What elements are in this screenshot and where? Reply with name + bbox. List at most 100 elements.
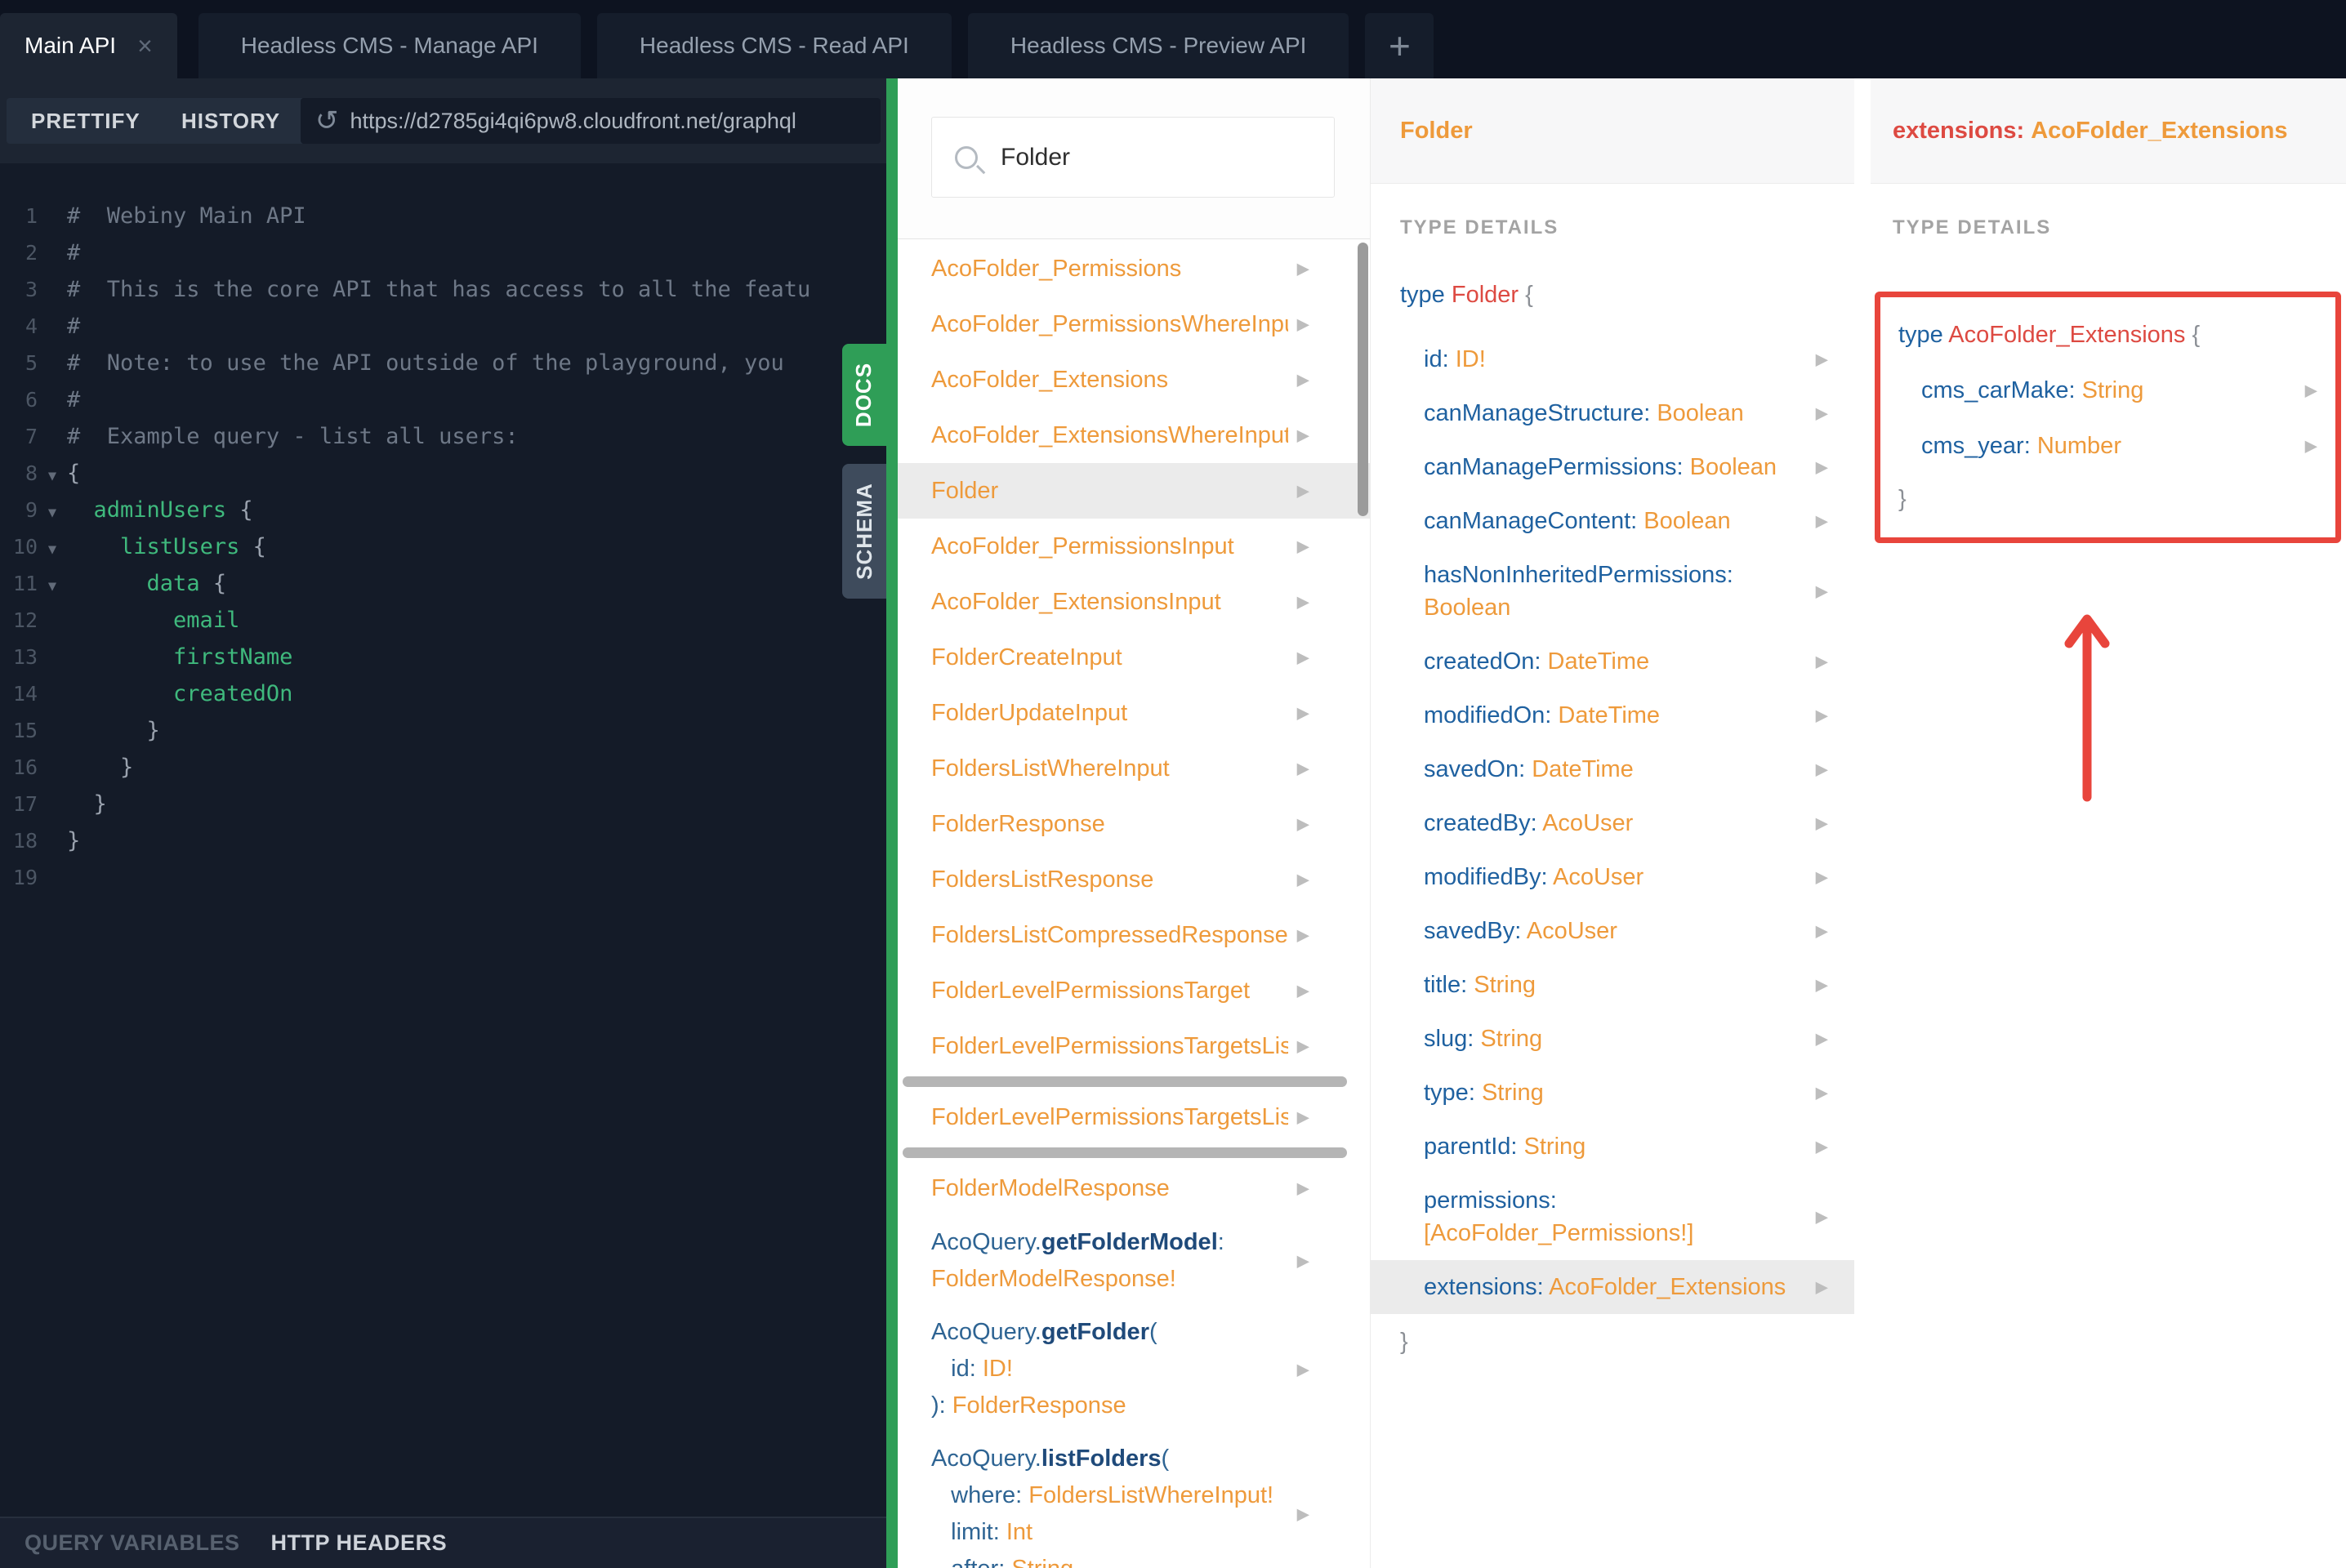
- extensions-type-panel: extensions: AcoFolder_Extensions TYPE DE…: [1871, 78, 2346, 1568]
- tab-headless-cms-manage-api[interactable]: Headless CMS - Manage API: [198, 13, 581, 78]
- text-token: AcoFolder_Extensions: [931, 367, 1169, 393]
- field-name: type:: [1424, 1080, 1482, 1106]
- docs-list-item[interactable]: FoldersListResponse ▶: [898, 852, 1370, 907]
- http-headers-tab[interactable]: HTTP HEADERS: [271, 1530, 448, 1556]
- docs-side-tab[interactable]: DOCS: [842, 344, 886, 446]
- field-row-canManageStructure[interactable]: canManageStructure: Boolean ▶: [1371, 386, 1854, 440]
- text-token: # Example query - list all users:: [67, 424, 519, 449]
- field-row-savedOn[interactable]: savedOn: DateTime ▶: [1371, 742, 1854, 796]
- field-row-hasNonInheritedPermissions[interactable]: hasNonInheritedPermissions: Boolean ▶: [1371, 548, 1854, 635]
- folder-close-brace: }: [1400, 1329, 1408, 1355]
- docs-search-input[interactable]: [1001, 143, 1311, 172]
- expand-arrow-icon: ▶: [1815, 1084, 1828, 1102]
- docs-item-text: AcoFolder_Extensions: [931, 352, 1168, 408]
- field-row-parentId[interactable]: parentId: String ▶: [1371, 1120, 1854, 1174]
- field-text: parentId: String: [1424, 1120, 1586, 1174]
- expand-arrow-icon: ▶: [1815, 653, 1828, 671]
- query-variables-tab[interactable]: QUERY VARIABLES: [25, 1530, 240, 1556]
- field-row-permissions[interactable]: permissions: [AcoFolder_Permissions!] ▶: [1371, 1174, 1854, 1260]
- history-button[interactable]: HISTORY: [157, 98, 306, 144]
- docs-item-text: FolderLevelPermissionsTarget: [931, 963, 1250, 1018]
- docs-item-line: FolderLevelPermissionsTargetsListMeta: [931, 1018, 1288, 1074]
- docs-vertical-scrollbar[interactable]: [1358, 243, 1368, 516]
- field-row-modifiedOn[interactable]: modifiedOn: DateTime ▶: [1371, 688, 1854, 742]
- expand-arrow-icon: ▶: [1815, 404, 1828, 423]
- docs-list-item[interactable]: FoldersListWhereInput ▶: [898, 741, 1370, 796]
- field-row-title[interactable]: title: String ▶: [1371, 958, 1854, 1012]
- field-row-modifiedBy[interactable]: modifiedBy: AcoUser ▶: [1371, 850, 1854, 904]
- expand-arrow-icon: ▶: [1815, 814, 1828, 833]
- docs-list-item[interactable]: AcoQuery.listFolders( where: FoldersList…: [898, 1432, 1370, 1568]
- field-row-slug[interactable]: slug: String ▶: [1371, 1012, 1854, 1066]
- docs-list-item[interactable]: FolderLevelPermissionsTargetsListRespo ▶: [898, 1089, 1370, 1145]
- fold-arrow-icon[interactable]: ▼: [38, 458, 67, 492]
- docs-list-item[interactable]: FoldersListCompressedResponse ▶: [898, 907, 1370, 963]
- tab-headless-cms-preview-api[interactable]: Headless CMS - Preview API: [967, 13, 1349, 78]
- field-row-createdOn[interactable]: createdOn: DateTime ▶: [1371, 635, 1854, 688]
- field-row-cms_carMake[interactable]: cms_carMake: String ▶: [1898, 363, 2335, 418]
- docs-list-item[interactable]: FolderModelResponse ▶: [898, 1160, 1370, 1216]
- text-token: FoldersListCompressedResponse: [931, 922, 1288, 948]
- docs-list-item[interactable]: AcoFolder_ExtensionsWhereInput ▶: [898, 408, 1370, 463]
- tab-label: Headless CMS - Read API: [639, 33, 909, 58]
- line-number: 15: [12, 719, 38, 742]
- fold-arrow-icon[interactable]: ▼: [38, 568, 67, 602]
- field-name: savedBy:: [1424, 918, 1527, 944]
- code-line: 13 firstName: [0, 639, 886, 675]
- docs-list-item[interactable]: AcoFolder_Permissions ▶: [898, 241, 1370, 296]
- fold-arrow-icon[interactable]: ▼: [38, 532, 67, 565]
- fold-arrow-icon[interactable]: ▼: [38, 495, 67, 528]
- tab-headless-cms-read-api[interactable]: Headless CMS - Read API: [596, 13, 952, 78]
- docs-list-item[interactable]: AcoFolder_Extensions ▶: [898, 352, 1370, 408]
- field-row-cms_year[interactable]: cms_year: Number ▶: [1898, 418, 2335, 474]
- docs-list-item[interactable]: AcoQuery.getFolderModel: FolderModelRespo…: [898, 1216, 1370, 1306]
- field-type: Boolean: [1689, 454, 1777, 480]
- docs-list-item[interactable]: FolderLevelPermissionsTarget ▶: [898, 963, 1370, 1018]
- text-token: }: [67, 718, 160, 743]
- docs-item-line: AcoFolder_PermissionsInput: [931, 519, 1234, 574]
- docs-item-line: where: FoldersListWhereInput!: [931, 1477, 1273, 1514]
- field-type: ID!: [1455, 346, 1486, 372]
- docs-item-text: AcoFolder_Permissions: [931, 241, 1181, 296]
- field-row-canManagePermissions[interactable]: canManagePermissions: Boolean ▶: [1371, 440, 1854, 494]
- text-token: FolderUpdateInput: [931, 700, 1128, 726]
- endpoint-url-input[interactable]: [350, 108, 866, 134]
- close-tab-icon[interactable]: ×: [137, 33, 153, 59]
- docs-list-item[interactable]: Folder ▶: [898, 463, 1370, 519]
- text-token: data: [146, 571, 200, 596]
- prettify-button[interactable]: PRETTIFY: [7, 98, 165, 144]
- horizontal-scrollbar[interactable]: [903, 1076, 1347, 1087]
- field-name: parentId:: [1424, 1134, 1524, 1160]
- text-token: createdOn: [173, 681, 293, 706]
- docs-list-item[interactable]: FolderUpdateInput ▶: [898, 685, 1370, 741]
- add-tab-button[interactable]: +: [1365, 13, 1434, 78]
- text-token: }: [67, 755, 134, 780]
- field-row-savedBy[interactable]: savedBy: AcoUser ▶: [1371, 904, 1854, 958]
- field-row-canManageContent[interactable]: canManageContent: Boolean ▶: [1371, 494, 1854, 548]
- docs-list-item[interactable]: AcoFolder_PermissionsInput ▶: [898, 519, 1370, 574]
- query-editor[interactable]: 1 # Webiny Main API 2 #3 # This is the core …: [0, 163, 886, 1517]
- docs-list-item[interactable]: FolderLevelPermissionsTargetsListMeta ▶: [898, 1018, 1370, 1074]
- expand-arrow-icon: ▶: [1296, 815, 1309, 834]
- docs-list-item[interactable]: AcoFolder_PermissionsWhereInput ▶: [898, 296, 1370, 352]
- docs-list-item[interactable]: AcoFolder_ExtensionsInput ▶: [898, 574, 1370, 630]
- expand-arrow-icon: ▶: [2304, 437, 2317, 456]
- field-type: String: [2081, 377, 2144, 403]
- docs-list-item[interactable]: AcoQuery.getFolder( id: ID!): FolderResp…: [898, 1306, 1370, 1432]
- field-row-extensions[interactable]: extensions: AcoFolder_Extensions ▶: [1371, 1260, 1854, 1314]
- text-token: Folder: [931, 478, 999, 504]
- tab-main-api[interactable]: Main API ×: [0, 13, 177, 78]
- field-row-id[interactable]: id: ID! ▶: [1371, 332, 1854, 386]
- schema-side-tab[interactable]: SCHEMA: [842, 464, 886, 599]
- reload-icon[interactable]: ↺: [315, 105, 339, 137]
- field-row-type[interactable]: type: String ▶: [1371, 1066, 1854, 1120]
- field-type: Boolean: [1657, 400, 1744, 426]
- docs-list-item[interactable]: FolderResponse ▶: [898, 796, 1370, 852]
- horizontal-scrollbar[interactable]: [903, 1147, 1347, 1158]
- docs-list-item[interactable]: FolderCreateInput ▶: [898, 630, 1370, 685]
- line-number: 12: [12, 608, 38, 632]
- field-row-createdBy[interactable]: createdBy: AcoUser ▶: [1371, 796, 1854, 850]
- line-number: 17: [12, 792, 38, 816]
